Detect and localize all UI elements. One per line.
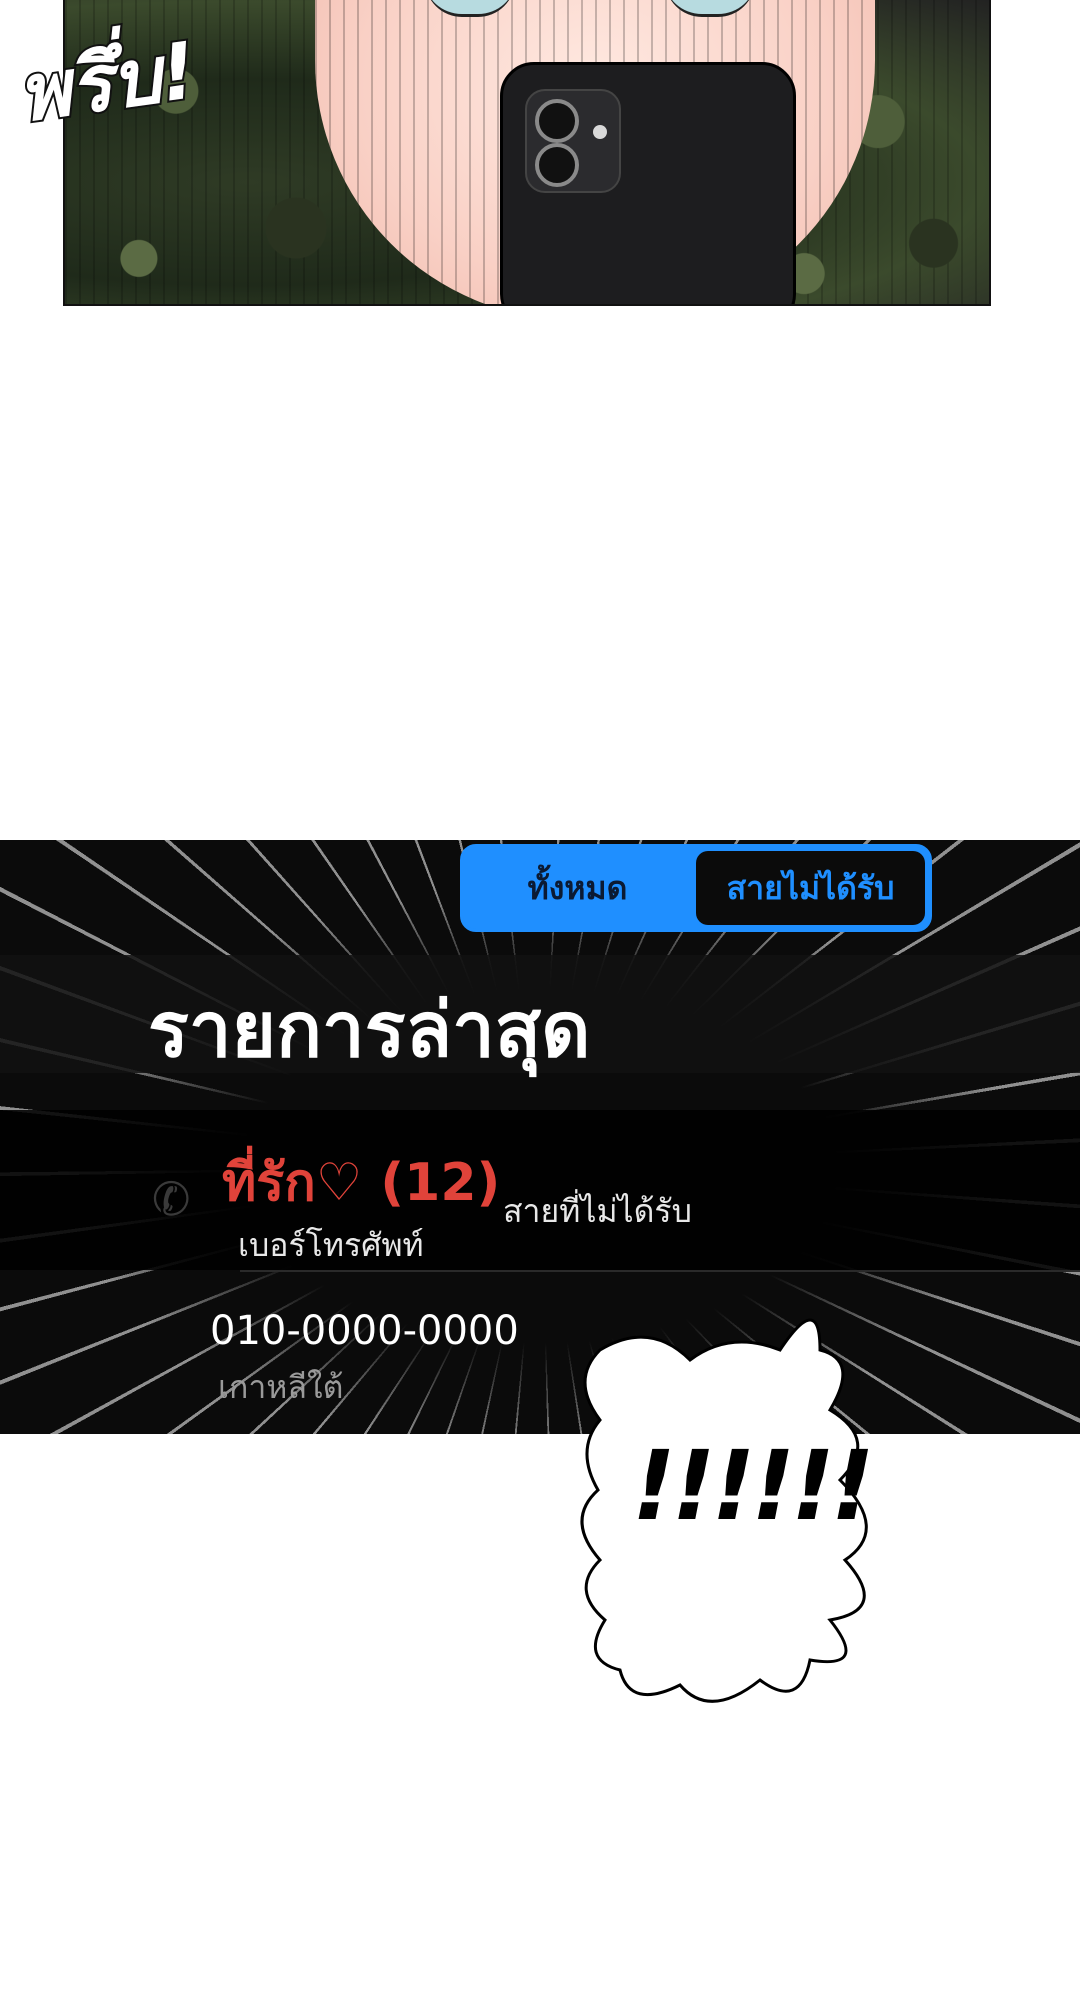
phone-number[interactable]: 010-0000-0000 xyxy=(210,1308,519,1354)
flash-icon xyxy=(593,125,607,139)
call-log-panel: ทั้งหมด สายไม่ได้รับ รายการล่าสุด ✆ ที่ร… xyxy=(0,840,1080,1434)
page-title: รายการล่าสุด xyxy=(148,985,591,1074)
right-eye xyxy=(665,0,755,17)
country-label: เกาหลีใต้ xyxy=(218,1368,344,1406)
tab-all[interactable]: ทั้งหมด xyxy=(463,847,692,929)
camera-lens-icon xyxy=(535,143,579,187)
sound-effect-text: พรึ่บ! xyxy=(11,24,204,142)
camera-module-icon xyxy=(525,89,621,193)
comic-panel-phone-closeup xyxy=(63,0,991,306)
call-filter-segmented-control: ทั้งหมด สายไม่ได้รับ xyxy=(460,844,932,932)
left-eye xyxy=(425,0,515,17)
camera-lens-icon xyxy=(535,99,579,143)
tab-missed[interactable]: สายไม่ได้รับ xyxy=(696,851,925,925)
exclamation-speech-bubble: !!!!!! xyxy=(570,1290,900,1720)
bubble-text: !!!!!! xyxy=(632,1430,875,1542)
call-type-label: เบอร์โทรศัพท์ xyxy=(238,1226,424,1264)
smartphone-back xyxy=(500,62,796,304)
contact-name[interactable]: ที่รัก♡ (12) xyxy=(222,1140,500,1223)
missed-call-status: สายที่ไม่ได้รับ xyxy=(503,1192,692,1230)
